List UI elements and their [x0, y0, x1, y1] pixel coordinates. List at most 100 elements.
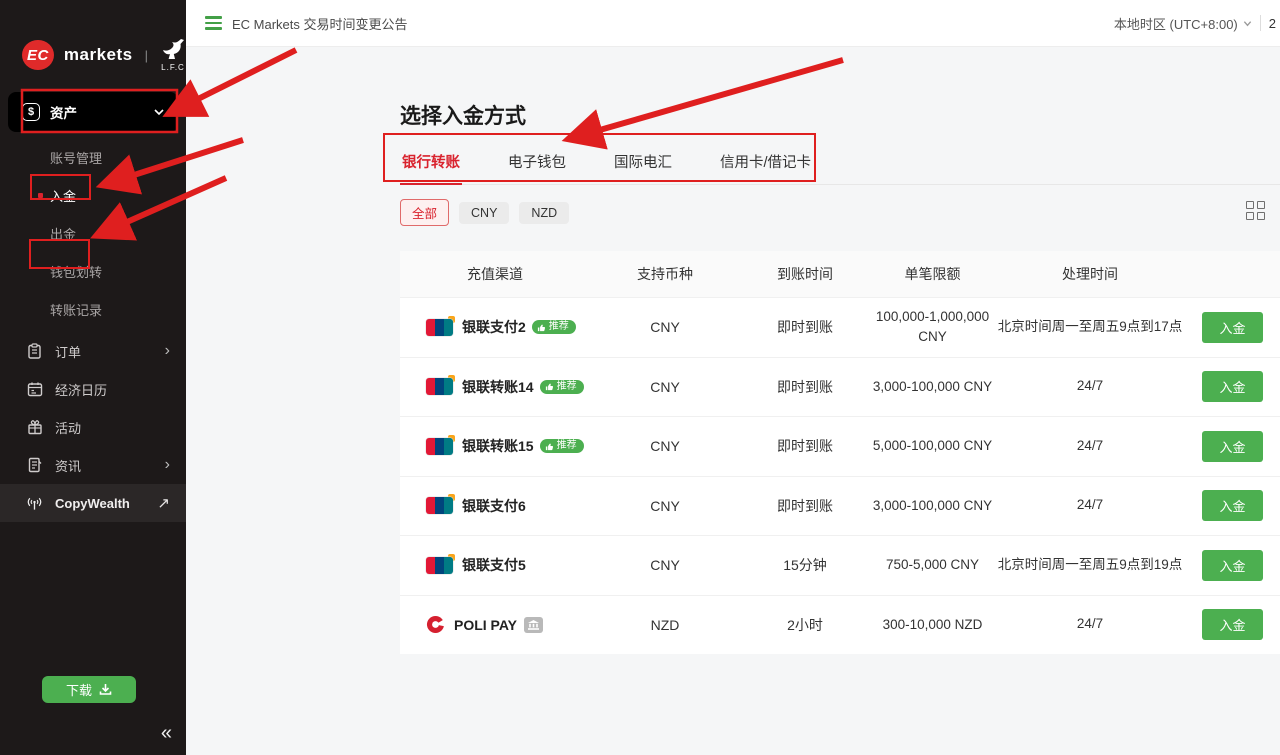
nav-label: 订单: [55, 342, 165, 361]
deposit-button[interactable]: 入金: [1202, 312, 1262, 343]
deposit-button[interactable]: 入金: [1202, 371, 1262, 402]
sidebar-item-transfer-records[interactable]: 转账记录: [0, 290, 186, 328]
download-button[interactable]: 下载: [42, 676, 136, 703]
sidebar-item-assets[interactable]: $ 资产: [8, 92, 178, 132]
limit-cell: 5,000-100,000 CNY: [873, 436, 993, 456]
topbar: EC Markets 交易时间变更公告 本地时区 (UTC+8:00) 2: [186, 0, 1280, 47]
limit-cell: 100,000-1,000,000 CNY: [873, 307, 993, 348]
active-dot: [38, 193, 43, 198]
announcement-text[interactable]: EC Markets 交易时间变更公告: [232, 14, 408, 33]
deposit-page: 选择入金方式 银行转账 电子钱包 国际电汇 信用卡/借记卡 全部 CNY NZD…: [186, 47, 1280, 755]
thumbs-up-icon: [545, 442, 554, 451]
download-icon: [99, 683, 112, 696]
dollar-icon: $: [22, 103, 40, 121]
badge-label: 推荐: [557, 441, 577, 451]
sidebar-menu: $ 资产 账号管理 入金 出金 钱包划转: [0, 92, 186, 522]
tab-e-wallet[interactable]: 电子钱包: [506, 147, 568, 184]
arrival-cell: 即时到账: [740, 317, 870, 337]
currency-cell: CNY: [590, 557, 740, 573]
news-icon: [26, 457, 43, 474]
arrival-cell: 2小时: [740, 615, 870, 635]
processing-cell: 24/7: [997, 436, 1183, 457]
processing-cell: 北京时间周一至周五9点到17点: [997, 317, 1183, 338]
thumbs-up-icon: [545, 382, 554, 391]
deposit-button[interactable]: 入金: [1202, 431, 1262, 462]
sidebar-item-news[interactable]: 资讯 ›: [0, 446, 186, 484]
nav-label: CopyWealth: [55, 496, 157, 511]
hamburger-menu-icon[interactable]: [205, 16, 222, 30]
deposit-channels-table: 充值渠道 支持币种 到账时间 单笔限额 处理时间 银联支付2 推荐: [400, 251, 1280, 654]
table-header-row: 充值渠道 支持币种 到账时间 单笔限额 处理时间: [400, 251, 1280, 297]
sidebar-item-withdraw[interactable]: 出金: [0, 214, 186, 252]
sub-item-label: 转账记录: [50, 300, 102, 319]
arrival-cell: 即时到账: [740, 377, 870, 397]
topbar-partial-number: 2: [1269, 16, 1276, 31]
recommended-badge: 推荐: [540, 380, 584, 394]
sidebar: EC markets | L.F.C $ 资产 账号管理: [0, 0, 186, 755]
currency-cell: NZD: [590, 617, 740, 633]
sub-item-label: 账号管理: [50, 148, 102, 167]
unionpay-logo: [426, 497, 453, 514]
channel-name: POLI PAY: [454, 617, 517, 633]
nav-label: 资讯: [55, 456, 165, 475]
deposit-method-tabs: 银行转账 电子钱包 国际电汇 信用卡/借记卡: [400, 147, 1280, 185]
processing-cell: 北京时间周一至周五9点到19点: [997, 555, 1183, 576]
grid-view-icon[interactable]: [1246, 201, 1266, 221]
sidebar-item-copywealth[interactable]: CopyWealth ↗: [0, 484, 186, 522]
filter-chip-cny[interactable]: CNY: [459, 202, 509, 224]
sub-item-label: 入金: [50, 186, 76, 205]
unionpay-logo: [426, 557, 453, 574]
header-arrival-time: 到账时间: [740, 264, 870, 284]
deposit-button[interactable]: 入金: [1202, 490, 1262, 521]
header-channel: 充值渠道: [400, 264, 590, 284]
chevron-down-icon: [154, 107, 164, 117]
sidebar-item-orders[interactable]: 订单 ›: [0, 332, 186, 370]
tab-international-wire[interactable]: 国际电汇: [612, 147, 674, 184]
sub-item-label: 出金: [50, 224, 76, 243]
timezone-selector[interactable]: 本地时区 (UTC+8:00): [1114, 14, 1252, 33]
channel-name: 银联支付6: [462, 496, 526, 516]
antenna-icon: [26, 495, 43, 512]
filter-chip-all[interactable]: 全部: [400, 199, 449, 226]
sidebar-item-deposit[interactable]: 入金: [0, 176, 186, 214]
logo-divider: |: [145, 48, 148, 63]
table-row: POLI PAY NZD 2小时 300-10,000 NZD 24/7 入金: [400, 595, 1280, 655]
processing-cell: 24/7: [997, 495, 1183, 516]
processing-cell: 24/7: [997, 376, 1183, 397]
tab-credit-debit-card[interactable]: 信用卡/借记卡: [718, 147, 813, 184]
liver-bird-icon: [160, 38, 186, 62]
thumbs-up-icon: [537, 323, 546, 332]
limit-cell: 3,000-100,000 CNY: [873, 496, 993, 516]
chevron-right-icon: ›: [165, 342, 170, 360]
header-processing-time: 处理时间: [995, 264, 1185, 284]
clipboard-icon: [26, 343, 43, 360]
deposit-button[interactable]: 入金: [1202, 609, 1262, 640]
download-label: 下载: [66, 680, 92, 699]
sidebar-item-account-management[interactable]: 账号管理: [0, 138, 186, 176]
filter-chip-nzd[interactable]: NZD: [519, 202, 569, 224]
recommended-badge: 推荐: [540, 439, 584, 453]
deposit-button[interactable]: 入金: [1202, 550, 1262, 581]
brand-logo: EC markets | L.F.C: [0, 0, 186, 88]
lfc-crest: L.F.C: [160, 38, 186, 72]
recommended-badge: 推荐: [532, 320, 576, 334]
header-limit: 单笔限额: [870, 264, 995, 284]
tab-bank-transfer[interactable]: 银行转账: [400, 147, 462, 184]
lfc-text: L.F.C: [161, 64, 185, 72]
currency-cell: CNY: [590, 379, 740, 395]
unionpay-logo: [426, 438, 453, 455]
ec-logo: EC: [22, 40, 54, 70]
table-row: 银联转账14 推荐 CNY 即时到账 3,000-100,000 CNY 24/…: [400, 357, 1280, 417]
collapse-sidebar-icon[interactable]: «: [161, 722, 172, 745]
timezone-label: 本地时区 (UTC+8:00): [1114, 14, 1238, 33]
table-row: 银联转账15 推荐 CNY 即时到账 5,000-100,000 CNY 24/…: [400, 416, 1280, 476]
sidebar-item-wallet-transfer[interactable]: 钱包划转: [0, 252, 186, 290]
topbar-divider: [1260, 15, 1261, 31]
sidebar-item-economic-calendar[interactable]: 经济日历: [0, 370, 186, 408]
calendar-icon: [26, 381, 43, 398]
table-row: 银联支付6 CNY 即时到账 3,000-100,000 CNY 24/7 入金: [400, 476, 1280, 536]
sidebar-item-activities[interactable]: 活动: [0, 408, 186, 446]
arrival-cell: 即时到账: [740, 496, 870, 516]
channel-name: 银联支付2: [462, 317, 526, 337]
chevron-right-icon: ›: [165, 456, 170, 474]
